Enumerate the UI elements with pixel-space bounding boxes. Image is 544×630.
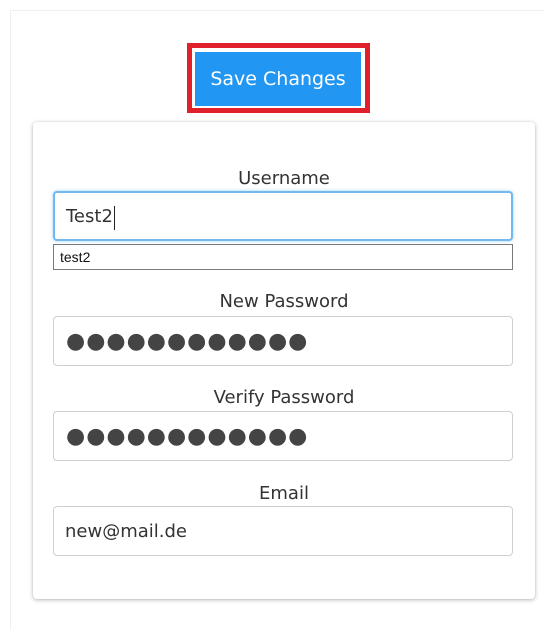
autocomplete-option[interactable]: test2	[60, 249, 90, 265]
text-cursor	[114, 206, 115, 230]
save-changes-button[interactable]: Save Changes	[195, 52, 361, 106]
username-label: Username	[238, 168, 330, 189]
new-password-input[interactable]: ●●●●●●●●●●●●	[53, 316, 513, 366]
email-input[interactable]	[53, 506, 513, 556]
page-divider-top	[10, 10, 544, 11]
username-autocomplete-dropdown: test2	[53, 244, 513, 270]
verify-password-input[interactable]: ●●●●●●●●●●●●	[53, 411, 513, 461]
new-password-label: New Password	[219, 291, 349, 312]
verify-password-label: Verify Password	[213, 387, 355, 408]
page: Save Changes Username test2 New Password…	[0, 0, 544, 630]
email-label: Email	[259, 483, 309, 504]
username-input[interactable]	[53, 191, 513, 241]
page-divider-left	[10, 10, 11, 630]
